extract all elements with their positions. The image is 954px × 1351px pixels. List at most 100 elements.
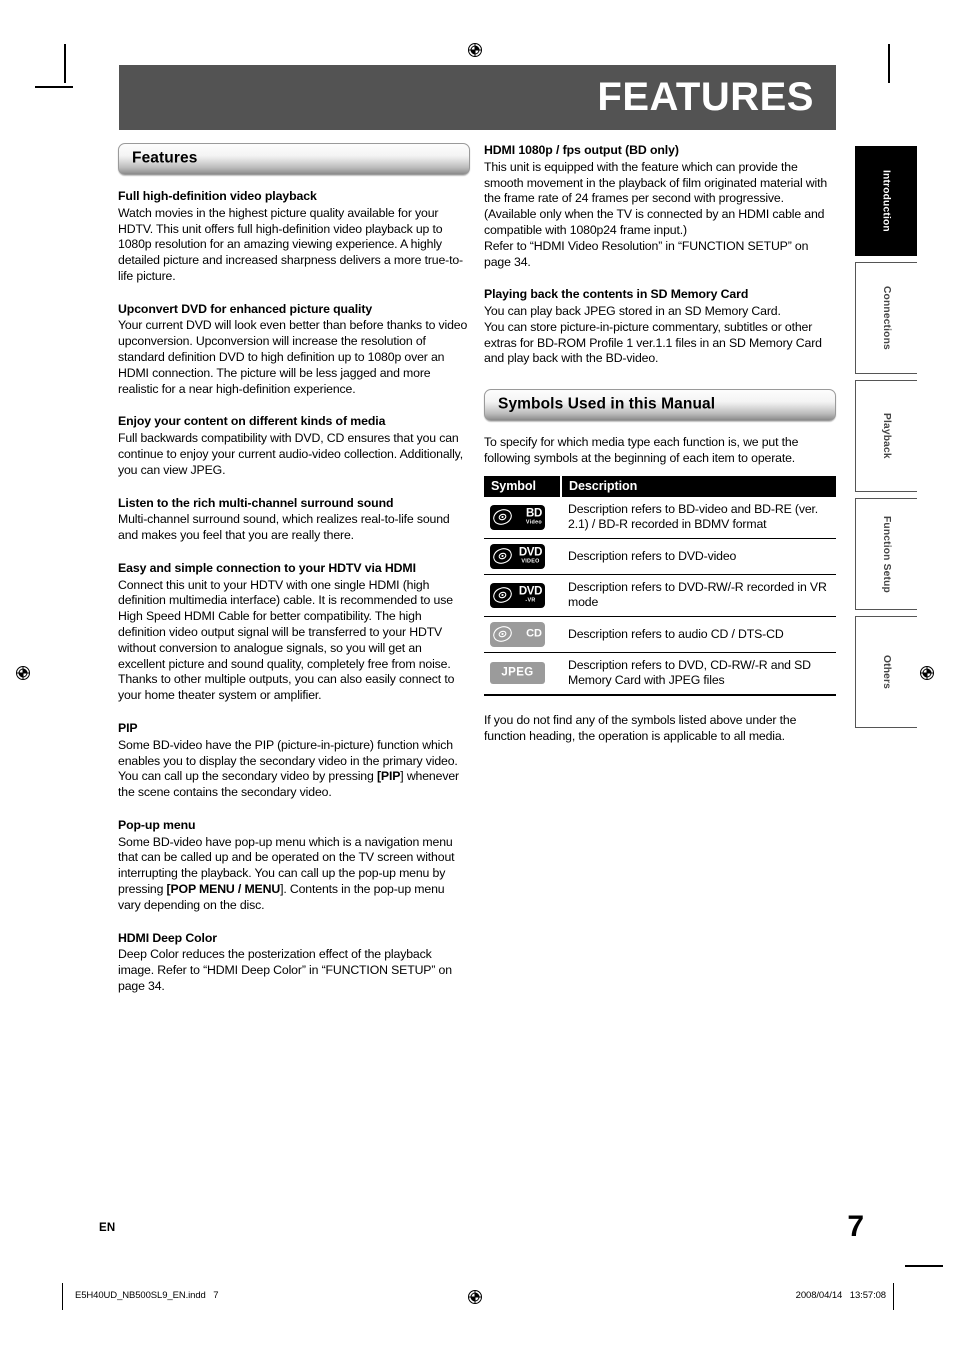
jpeg-badge-icon: JPEG	[490, 662, 545, 685]
paragraph-hdmi-1080p-2: Refer to “HDMI Video Resolution” in “FUN…	[484, 238, 809, 269]
footer-rule-right	[893, 1283, 894, 1310]
paragraph-pip: Some BD-video have the PIP (picture-in-p…	[118, 738, 470, 801]
symbol-cell-dvd-video: DVD VIDEO	[484, 538, 561, 575]
heading-hdmi-connection: Easy and simple connection to your HDTV …	[118, 560, 416, 575]
description-cell-jpeg: Description refers to DVD, CD-RW/-R and …	[561, 652, 836, 696]
heading-media-kinds: Enjoy your content on different kinds of…	[118, 414, 386, 429]
dvd-video-badge-small-text: VIDEO	[521, 558, 540, 565]
bd-badge-big-text: BD	[526, 507, 542, 520]
content-block-full-hd: Full high-definition video playback Watc…	[118, 189, 470, 285]
sidebar-tab-function-setup-label: Function Setup	[881, 515, 892, 593]
paragraph-surround-sound: Multi-channel surround sound, which real…	[118, 512, 450, 543]
heading-surround-sound: Listen to the rich multi-channel surroun…	[118, 495, 394, 510]
cd-badge-icon: CD	[490, 621, 545, 647]
paragraph-hdmi-connection-2: Thanks to other multiple outputs, you ca…	[118, 672, 455, 703]
sidebar-tab-playback-label: Playback	[881, 413, 892, 459]
section-tabs: Introduction Connections Playback Functi…	[855, 146, 917, 734]
table-header-row: Symbol Description	[484, 475, 836, 497]
heading-hdmi-1080p: HDMI 1080p / fps output (BD only)	[484, 143, 679, 157]
table-row: DVD VIDEO Description refers to DVD-vide…	[484, 538, 836, 575]
section-header-symbols: Symbols Used in this Manual	[484, 389, 836, 422]
paragraph-symbols-intro: To specify for which media type each fun…	[484, 435, 799, 466]
content-block-sd-memory-card: Playing back the contents in SD Memory C…	[484, 287, 836, 367]
bd-badge-small-text: Video	[525, 519, 542, 526]
crop-mark-top-left-h	[35, 86, 73, 88]
symbol-cell-jpeg: JPEG	[484, 652, 561, 696]
registration-mark-left	[14, 664, 32, 682]
disc-icon	[491, 546, 514, 567]
cd-badge-big-text: CD	[526, 627, 542, 640]
crop-mark-top-right-v	[888, 44, 890, 83]
disc-icon	[491, 624, 514, 645]
dvd-video-badge-big-text: DVD	[518, 546, 542, 559]
heading-popup-menu: Pop-up menu	[118, 817, 196, 832]
paragraph-deep-color: Deep Color reduces the posterization eff…	[118, 947, 452, 993]
symbol-cell-cd: CD	[484, 616, 561, 653]
jpeg-badge-label: JPEG	[501, 666, 534, 679]
content-block-surround-sound: Listen to the rich multi-channel surroun…	[118, 496, 470, 544]
sidebar-tab-connections-label: Connections	[881, 286, 892, 350]
paragraph-popup-menu: Some BD-video have pop-up menu which is …	[118, 835, 470, 914]
page-number: 7	[847, 1210, 864, 1243]
table-row: CD Description refers to audio CD / DTS-…	[484, 616, 836, 653]
chapter-masthead: FEATURES	[119, 65, 836, 130]
registration-mark-top	[466, 41, 484, 59]
left-column: Features Full high-definition video play…	[118, 143, 470, 995]
paragraph-hdmi-connection-1: Connect this unit to your HDTV with one …	[118, 577, 453, 671]
bd-video-badge-label: BD Video	[525, 507, 542, 526]
content-block-hdmi-1080p: HDMI 1080p / fps output (BD only) This u…	[484, 143, 836, 270]
description-cell-dvd-video: Description refers to DVD-video	[561, 538, 836, 575]
heading-pip: PIP	[118, 721, 138, 735]
paragraph-media-kinds: Full backwards compatibility with DVD, C…	[118, 431, 464, 477]
crop-mark-top-left-v	[64, 44, 66, 83]
sidebar-tab-introduction[interactable]: Introduction	[855, 146, 917, 256]
pip-key-label: [PIP	[376, 769, 401, 784]
symbols-table: Symbol Description BD Video Description …	[484, 475, 836, 696]
page-canvas: FEATURES Features Full high-definition v…	[0, 0, 954, 1351]
footer-rule-left	[62, 1283, 63, 1310]
footer-source-filename: E5H40UD_NB500SL9_EN.indd 7	[75, 1290, 219, 1301]
dvd-vr-badge-label: DVD -VR	[518, 585, 542, 604]
paragraph-hdmi-1080p-1: This unit is equipped with the feature w…	[484, 159, 828, 237]
paragraph-sd-memory-card-2: You can store picture-in-picture comment…	[484, 319, 822, 366]
column-header-symbol: Symbol	[484, 475, 562, 497]
heading-upconvert: Upconvert DVD for enhanced picture quali…	[118, 301, 373, 316]
content-block-popup-menu: Pop-up menu Some BD-video have pop-up me…	[118, 818, 470, 914]
language-code: EN	[99, 1222, 116, 1234]
content-block-pip: PIP Some BD-video have the PIP (picture-…	[118, 721, 470, 801]
dvd-video-badge-icon: DVD VIDEO	[490, 543, 545, 569]
sidebar-tab-function-setup[interactable]: Function Setup	[855, 498, 917, 610]
heading-full-hd: Full high-definition video playback	[118, 189, 317, 203]
description-cell-dvd-vr: Description refers to DVD-RW/-R recorded…	[561, 574, 836, 617]
section-header-features: Features	[118, 143, 470, 175]
symbol-cell-dvd-vr: DVD -VR	[484, 574, 561, 617]
sidebar-tab-others-label: Others	[881, 654, 892, 690]
section-header-features-label: Features	[132, 149, 198, 167]
dvd-video-badge-label: DVD VIDEO	[518, 546, 542, 565]
sidebar-tab-playback[interactable]: Playback	[855, 380, 917, 492]
dvd-vr-badge-big-text: DVD	[518, 585, 542, 598]
registration-mark-bottom	[466, 1288, 484, 1306]
content-block-upconvert: Upconvert DVD for enhanced picture quali…	[118, 302, 470, 398]
crop-mark-bottom-right-h	[905, 1265, 943, 1267]
content-block-hdmi-connection: Easy and simple connection to your HDTV …	[118, 561, 470, 704]
column-header-description: Description	[561, 475, 836, 497]
content-block-media-kinds: Enjoy your content on different kinds of…	[118, 414, 470, 478]
heading-deep-color: HDMI Deep Color	[118, 930, 217, 945]
paragraph-symbols-closing: If you do not find any of the symbols li…	[484, 712, 797, 743]
bd-video-badge-icon: BD Video	[490, 504, 545, 530]
content-block-deep-color: HDMI Deep Color Deep Color reduces the p…	[118, 931, 470, 995]
disc-icon	[491, 507, 514, 528]
dvd-vr-badge-small-text: -VR	[525, 597, 536, 604]
symbol-cell-bd: BD Video	[484, 496, 561, 539]
sidebar-tab-connections[interactable]: Connections	[855, 262, 917, 374]
page-title: FEATURES	[597, 74, 814, 119]
cd-badge-label: CD	[526, 627, 542, 640]
description-cell-cd: Description refers to audio CD / DTS-CD	[561, 616, 836, 653]
heading-sd-memory-card: Playing back the contents in SD Memory C…	[484, 287, 749, 302]
sidebar-tab-others[interactable]: Others	[855, 616, 917, 728]
paragraph-full-hd: Watch movies in the highest picture qual…	[118, 205, 463, 283]
table-row: DVD -VR Description refers to DVD-RW/-R …	[484, 574, 836, 617]
disc-icon	[491, 585, 514, 606]
paragraph-upconvert: Your current DVD will look even better t…	[118, 318, 468, 396]
